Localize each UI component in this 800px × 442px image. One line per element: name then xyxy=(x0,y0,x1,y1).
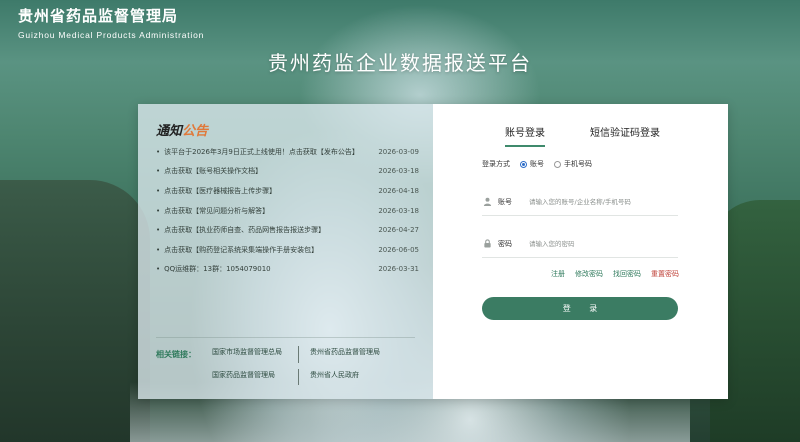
recover-password-link[interactable]: 找回密码 xyxy=(613,269,641,279)
link-guizhou-gov[interactable]: 贵州省人民政府 xyxy=(298,368,402,385)
radio-account-label: 账号 xyxy=(530,160,544,168)
notice-title[interactable]: 点击获取【医疗器械报告上传步骤】 xyxy=(156,186,276,196)
notice-date: 2026-04-18 xyxy=(378,186,419,195)
login-method: 登录方式 账号 手机号码 xyxy=(482,159,592,169)
radio-account[interactable]: 账号 xyxy=(520,159,544,169)
notice-title[interactable]: 点击获取【常见问题分析与解答】 xyxy=(156,206,269,216)
link-nmpa[interactable]: 国家药品监督管理局 xyxy=(212,369,298,386)
background-cliff xyxy=(0,180,150,442)
main-card: 通知公告 该平台于2026年3月9日正式上线使用！点击获取【发布公告】 2026… xyxy=(138,104,728,399)
related-links-label: 相关链接： xyxy=(156,350,196,359)
notice-item[interactable]: 点击获取【常见问题分析与解答】 2026-03-18 xyxy=(156,201,419,221)
tab-sms-login[interactable]: 短信验证码登录 xyxy=(590,124,660,139)
change-password-link[interactable]: 修改密码 xyxy=(575,269,603,279)
radio-unselected-icon[interactable] xyxy=(554,160,561,168)
password-input[interactable] xyxy=(529,239,649,248)
login-tabs: 账号登录 短信验证码登录 xyxy=(433,124,728,147)
password-field: 密码 xyxy=(482,230,678,258)
notice-date: 2026-03-09 xyxy=(378,147,419,156)
link-samr[interactable]: 国家市场监督管理总局 xyxy=(212,346,298,363)
notice-item[interactable]: 该平台于2026年3月9日正式上线使用！点击获取【发布公告】 2026-03-0… xyxy=(156,142,419,162)
notice-title: QQ运维群：13群：1054079010 xyxy=(156,264,270,274)
notice-title[interactable]: 点击获取【购药登记系统采集端操作手册安装包】 xyxy=(156,245,318,255)
notice-heading-main: 通知 xyxy=(156,124,183,139)
login-panel: 账号登录 短信验证码登录 登录方式 账号 手机号码 账号 请输入您的账号/企业名… xyxy=(433,104,728,399)
login-button[interactable]: 登 录 xyxy=(482,297,678,320)
notice-date: 2026-03-31 xyxy=(378,265,419,274)
user-icon xyxy=(482,197,492,207)
auxiliary-links: 注册 修改密码 找回密码 重置密码 xyxy=(541,269,679,279)
related-links: 相关链接： 国家市场监督管理总局 贵州省药品监督管理局 国家药品监督管理局 贵州… xyxy=(156,337,415,385)
lock-icon xyxy=(482,239,492,249)
notice-title[interactable]: 点击获取【账号相关操作文档】 xyxy=(156,166,262,176)
notice-list: 该平台于2026年3月9日正式上线使用！点击获取【发布公告】 2026-03-0… xyxy=(156,142,419,279)
notice-panel: 通知公告 该平台于2026年3月9日正式上线使用！点击获取【发布公告】 2026… xyxy=(138,104,433,399)
link-guizhou-mpa[interactable]: 贵州省药品监督管理局 xyxy=(298,346,402,363)
account-input[interactable] xyxy=(529,197,649,206)
radio-phone[interactable]: 手机号码 xyxy=(554,159,592,169)
brand-header: 贵州省药品监督管理局 Guizhou Medical Products Admi… xyxy=(18,6,204,41)
notice-date: 2026-06-05 xyxy=(378,245,419,254)
notice-item[interactable]: 点击获取【账号相关操作文档】 2026-03-18 xyxy=(156,162,419,182)
platform-title: 贵州药监企业数据报送平台 xyxy=(268,51,532,75)
tab-account-login[interactable]: 账号登录 xyxy=(505,124,545,147)
brand-name-cn: 贵州省药品监督管理局 xyxy=(18,7,179,25)
notice-item: QQ运维群：13群：1054079010 2026-03-31 xyxy=(156,260,419,280)
notice-item[interactable]: 点击获取【医疗器械报告上传步骤】 2026-04-18 xyxy=(156,181,419,201)
reset-password-link[interactable]: 重置密码 xyxy=(651,269,679,279)
radio-phone-label: 手机号码 xyxy=(564,160,592,168)
notice-heading: 通知公告 xyxy=(156,120,419,139)
notice-title[interactable]: 点击获取【执业药师自查、药品网售报告报送步骤】 xyxy=(156,225,325,235)
notice-item[interactable]: 点击获取【执业药师自查、药品网售报告报送步骤】 2026-04-27 xyxy=(156,220,419,240)
account-label: 账号 xyxy=(498,197,512,206)
notice-item[interactable]: 点击获取【购药登记系统采集端操作手册安装包】 2026-06-05 xyxy=(156,240,419,260)
notice-title[interactable]: 该平台于2026年3月9日正式上线使用！点击获取【发布公告】 xyxy=(156,147,359,157)
password-label: 密码 xyxy=(498,239,512,248)
notice-date: 2026-04-27 xyxy=(378,226,419,235)
notice-date: 2026-03-18 xyxy=(378,167,419,176)
brand-name-en: Guizhou Medical Products Administration xyxy=(18,30,205,40)
radio-selected-icon[interactable] xyxy=(520,160,527,168)
register-link[interactable]: 注册 xyxy=(551,269,565,279)
notice-heading-accent: 公告 xyxy=(182,124,209,139)
related-links-grid: 国家市场监督管理总局 贵州省药品监督管理局 国家药品监督管理局 贵州省人民政府 xyxy=(212,346,402,385)
notice-date: 2026-03-18 xyxy=(378,206,419,215)
account-field: 账号 xyxy=(482,188,678,216)
login-method-label: 登录方式 xyxy=(482,160,510,168)
